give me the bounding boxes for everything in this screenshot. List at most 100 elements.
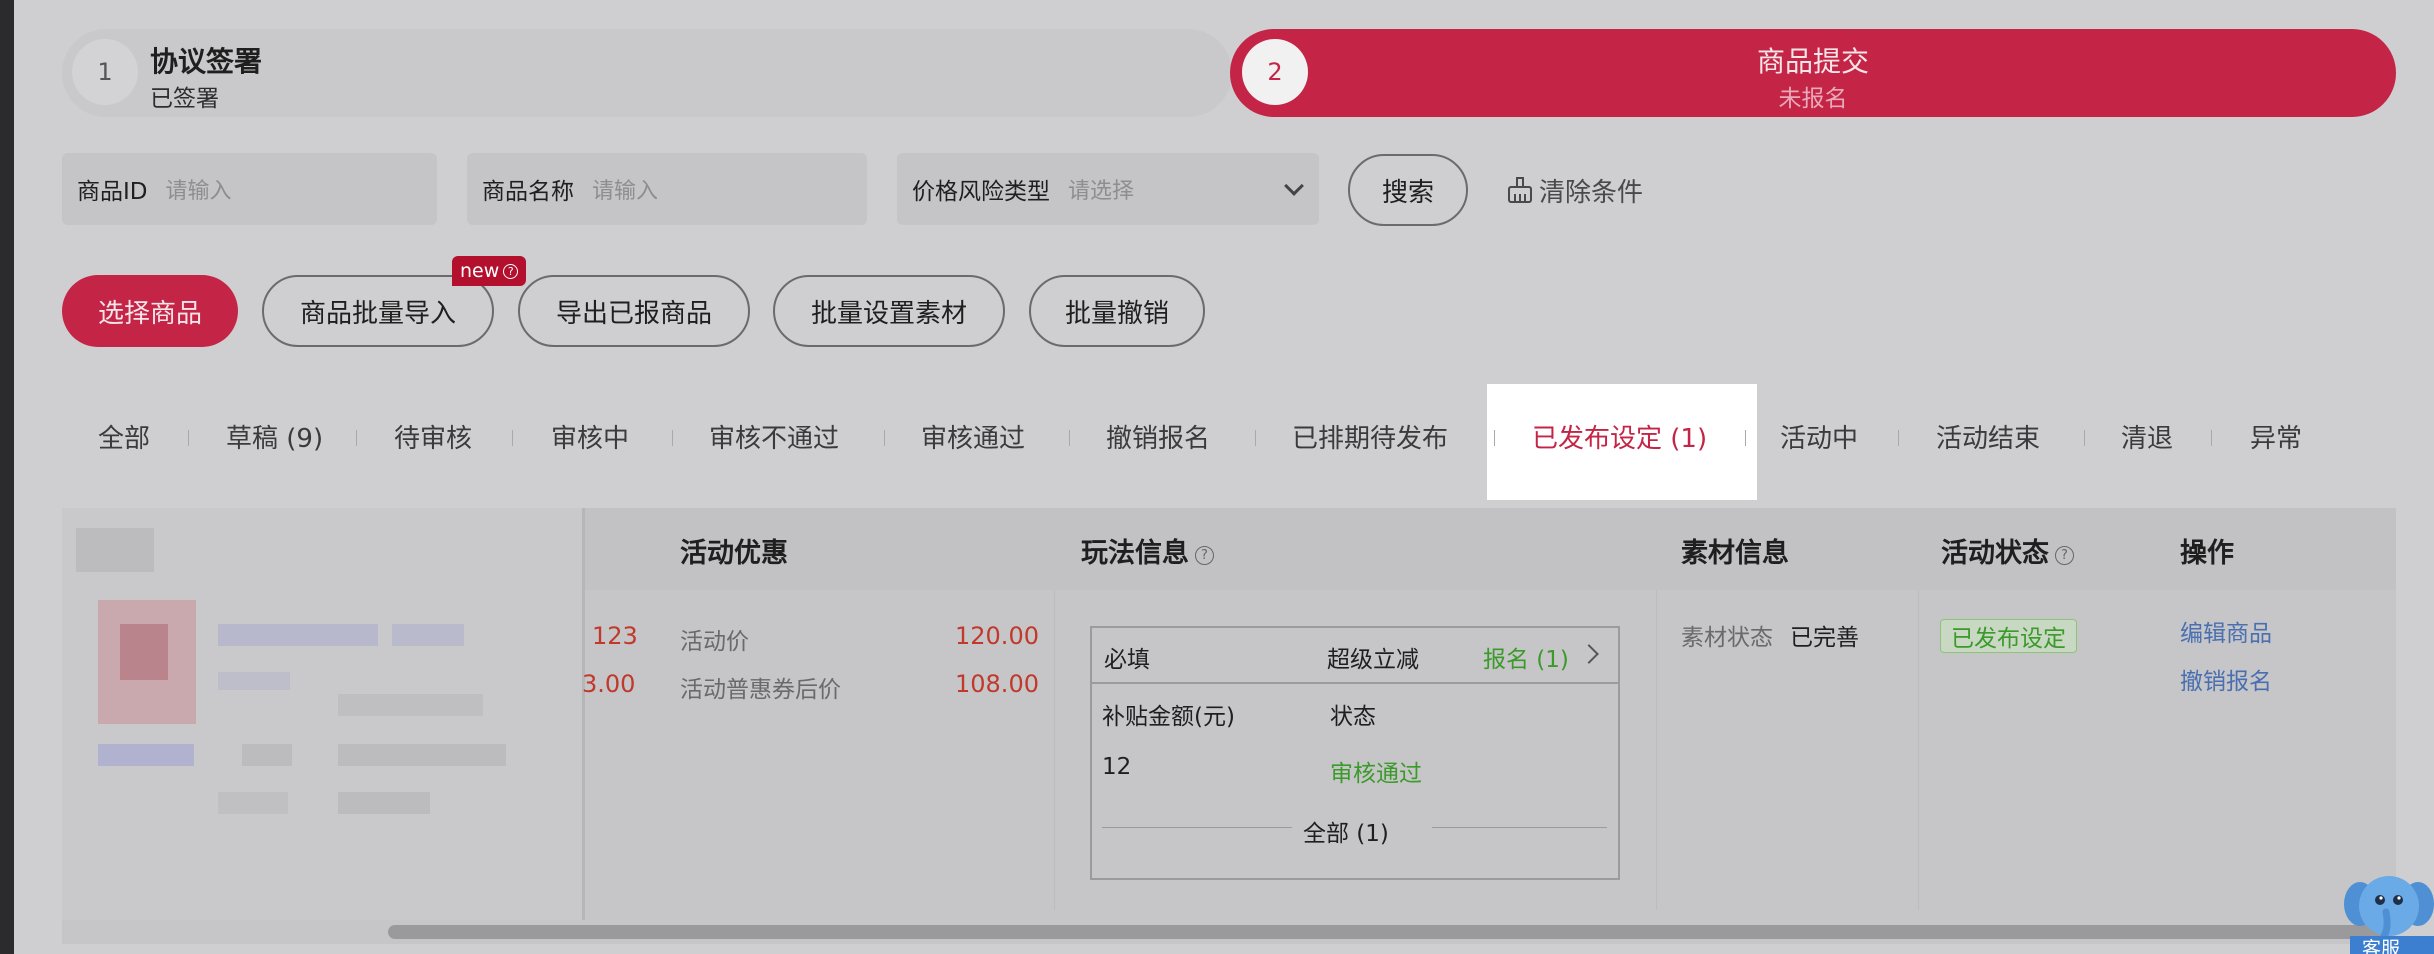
blurred-line: [218, 672, 290, 690]
product-id-label: 商品ID: [77, 179, 148, 205]
play-name: 超级立减: [1327, 647, 1419, 673]
tab-divider: [1494, 430, 1495, 446]
scrollbar-thumb[interactable]: [388, 925, 2388, 939]
price-risk-select[interactable]: 价格风险类型 请选择: [897, 153, 1319, 225]
blurred-line: [338, 792, 430, 814]
price-partial: 123: [592, 622, 638, 650]
product-info-card: [62, 508, 585, 920]
tab-cancelled[interactable]: 撤销报名: [1106, 418, 1210, 455]
blurred-line: [218, 792, 288, 814]
help-icon[interactable]: ?: [1195, 546, 1214, 565]
status-badge: 已发布设定: [1940, 619, 2077, 653]
new-badge: new ?: [452, 256, 527, 286]
cancel-signup-link[interactable]: 撤销报名: [2180, 662, 2272, 696]
step-status: 已签署: [150, 86, 219, 112]
product-name-field[interactable]: 商品名称 请输入: [467, 153, 867, 225]
step-number: 1: [72, 39, 138, 105]
batch-cancel-button[interactable]: 批量撤销: [1029, 275, 1205, 347]
batch-material-button[interactable]: 批量设置素材: [773, 275, 1005, 347]
tab-divider: [1745, 430, 1746, 446]
price-risk-value[interactable]: 请选择: [1068, 173, 1134, 205]
activity-price-value: 120.00: [955, 622, 1039, 650]
tab-review-failed[interactable]: 审核不通过: [709, 418, 839, 455]
tab-divider: [672, 430, 673, 446]
header-status: 活动状态?: [1941, 531, 2074, 570]
left-edge-bar: [0, 0, 14, 954]
tab-active-campaign[interactable]: 活动中: [1780, 418, 1858, 455]
header-discount: 活动优惠: [680, 538, 788, 569]
tab-cleared[interactable]: 清退: [2121, 418, 2173, 455]
tab-abnormal[interactable]: 异常: [2250, 418, 2302, 455]
column-divider: [1656, 590, 1657, 910]
product-id-input[interactable]: 请输入: [166, 173, 232, 205]
customer-service-mascot[interactable]: 客服: [2340, 866, 2434, 954]
price-partial: 3.00: [582, 670, 636, 698]
edit-product-link[interactable]: 编辑商品: [2180, 614, 2272, 648]
subsidy-value: 12: [1102, 754, 1132, 780]
product-name-label: 商品名称: [482, 179, 574, 205]
status-column-label: 状态: [1330, 704, 1376, 730]
customer-service-label: 客服: [2362, 938, 2401, 954]
tab-divider: [1255, 430, 1256, 446]
blurred-title: [392, 624, 464, 646]
coupon-price-label: 活动普惠券后价: [680, 677, 841, 703]
column-divider: [1054, 590, 1055, 910]
thumbnail-detail: [120, 624, 168, 680]
step-title: 商品提交: [1756, 45, 1869, 78]
step-agreement: 1 协议签署 已签署: [62, 29, 1232, 117]
all-play-link[interactable]: 全部 (1): [1303, 814, 1389, 848]
chevron-down-icon: [1284, 176, 1304, 196]
blurred-header: [76, 528, 154, 572]
tab-divider: [356, 430, 357, 446]
column-divider: [1918, 590, 1919, 910]
step-status: 未报名: [1778, 86, 1848, 112]
tab-divider: [2211, 430, 2212, 446]
tab-review-passed[interactable]: 审核通过: [921, 418, 1025, 455]
question-icon: ?: [503, 263, 519, 279]
tab-all[interactable]: 全部: [98, 418, 150, 455]
select-goods-button[interactable]: 选择商品: [62, 275, 238, 347]
tab-divider: [884, 430, 885, 446]
coupon-price-value: 108.00: [955, 670, 1039, 698]
signup-link[interactable]: 报名 (1): [1483, 640, 1569, 674]
price-risk-label: 价格风险类型: [912, 179, 1050, 205]
tab-draft[interactable]: 草稿 (9): [226, 418, 323, 455]
new-badge-label: new: [460, 260, 500, 282]
tab-scheduled[interactable]: 已排期待发布: [1292, 418, 1448, 455]
header-play-label: 玩法信息: [1081, 538, 1189, 569]
header-status-label: 活动状态: [1941, 538, 2049, 569]
subsidy-column-label: 补贴金额(元): [1102, 704, 1235, 730]
tab-reviewing[interactable]: 审核中: [551, 418, 629, 455]
blurred-line: [338, 694, 483, 716]
tab-pending-review[interactable]: 待审核: [394, 418, 472, 455]
material-status-label: 素材状态: [1681, 625, 1773, 651]
search-button[interactable]: 搜索: [1348, 154, 1468, 226]
material-status-value: 已完善: [1790, 625, 1859, 651]
tab-divider: [1069, 430, 1070, 446]
broom-icon: [1508, 177, 1532, 203]
product-name-input[interactable]: 请输入: [592, 173, 658, 205]
tab-divider: [2084, 430, 2085, 446]
blurred-tag: [98, 744, 194, 766]
tab-divider: [1898, 430, 1899, 446]
tab-ended[interactable]: 活动结束: [1936, 418, 2040, 455]
required-label: 必填: [1104, 647, 1150, 673]
divider-line: [1102, 827, 1292, 828]
review-status-value: 审核通过: [1330, 761, 1422, 787]
step-title: 协议签署: [150, 45, 263, 78]
clear-conditions-button[interactable]: 清除条件: [1505, 170, 1643, 210]
header-material: 素材信息: [1681, 538, 1789, 569]
blurred-title: [218, 624, 378, 646]
product-id-field[interactable]: 商品ID 请输入: [62, 153, 437, 225]
step-product-submit: 2 商品提交 未报名: [1230, 29, 2396, 117]
clear-conditions-label: 清除条件: [1539, 177, 1644, 208]
blurred-line: [242, 744, 292, 766]
help-icon[interactable]: ?: [2055, 546, 2074, 565]
header-play-info: 玩法信息?: [1081, 531, 1214, 570]
activity-price-label: 活动价: [680, 629, 749, 655]
tab-published-setting[interactable]: 已发布设定 (1): [1532, 418, 1707, 455]
tab-divider: [512, 430, 513, 446]
export-reported-button[interactable]: 导出已报商品: [518, 275, 750, 347]
header-operations: 操作: [2180, 538, 2234, 569]
blurred-line: [338, 744, 506, 766]
